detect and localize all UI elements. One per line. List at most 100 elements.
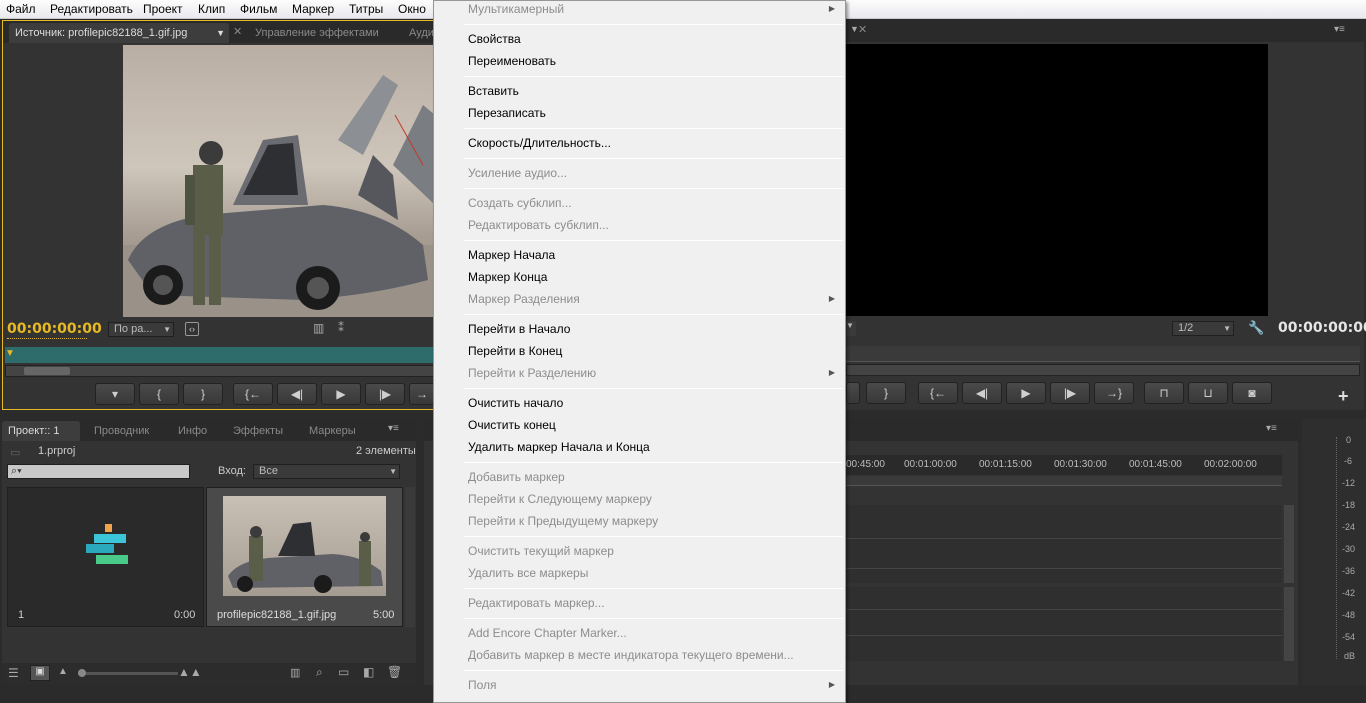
zoom-slider-handle[interactable] [78, 669, 86, 677]
program-scrub-bar[interactable] [846, 346, 1360, 362]
trash-icon[interactable]: 🗑 [387, 665, 402, 679]
add-marker-button[interactable]: ▾ [95, 383, 135, 405]
menu-item-add-marker-at-cti[interactable]: Добавить маркер в месте индикатора текущ… [468, 644, 794, 666]
mark-out-button[interactable]: } [866, 382, 906, 404]
video-track-row[interactable] [844, 511, 1282, 539]
add-button-icon[interactable]: + [1338, 386, 1349, 407]
menu-sequence[interactable]: Фильм [240, 2, 277, 16]
source-zoom-scrollbar[interactable] [5, 365, 435, 377]
step-back-button[interactable]: ◀| [277, 383, 317, 405]
menu-item-mark-split[interactable]: Маркер Разделения [468, 288, 580, 310]
go-to-in-button[interactable]: {← [918, 382, 958, 404]
audio-scrollbar[interactable] [1284, 587, 1294, 661]
wrench-icon[interactable]: 🔧 [1248, 320, 1264, 336]
audio-drag-icon[interactable]: ⁑ [338, 321, 344, 335]
source-scrub-bar[interactable] [5, 347, 435, 363]
menu-item-edit-subclip[interactable]: Редактировать субклип... [468, 214, 609, 236]
tab-project[interactable]: Проект:: 1 [2, 421, 80, 441]
menu-item-properties[interactable]: Свойства [468, 28, 521, 50]
menu-item-clear-in-out[interactable]: Удалить маркер Начала и Конца [468, 436, 650, 458]
new-item-icon[interactable]: ◧ [363, 665, 374, 679]
in-filter-dropdown[interactable]: Все ▼ [253, 464, 400, 479]
video-scrollbar[interactable] [1284, 505, 1294, 583]
work-area-bar[interactable] [844, 476, 1282, 486]
menu-item-clear-in[interactable]: Очистить начало [468, 392, 563, 414]
zoom-handle[interactable] [24, 367, 70, 375]
menu-window[interactable]: Окно [398, 2, 426, 16]
menu-item-audio-gain[interactable]: Усиление аудио... [468, 162, 567, 184]
video-track-row[interactable] [844, 541, 1282, 569]
camera-icon[interactable]: ◙ [1232, 382, 1272, 404]
menu-titles[interactable]: Титры [349, 2, 383, 16]
extract-button[interactable]: ⊔ [1188, 382, 1228, 404]
menu-item-go-to-in[interactable]: Перейти в Начало [468, 318, 570, 340]
menu-item-clear-current-marker[interactable]: Очистить текущий маркер [468, 540, 614, 562]
menu-marker[interactable]: Маркер [292, 2, 334, 16]
project-scrollbar[interactable] [405, 487, 415, 627]
menu-file[interactable]: Файл [6, 2, 36, 16]
source-timecode[interactable]: 00:00:00:00 [7, 321, 102, 337]
menu-item-rename[interactable]: Переименовать [468, 50, 556, 72]
zoom-slider[interactable] [78, 669, 178, 677]
menu-edit[interactable]: Редактировать [50, 2, 133, 16]
tab-effects[interactable]: Эффекты [227, 421, 297, 441]
menu-item-prev-marker[interactable]: Перейти к Предыдущему маркеру [468, 510, 658, 532]
menu-item-add-marker[interactable]: Добавить маркер [468, 466, 565, 488]
list-view-icon[interactable]: ☰ [8, 666, 19, 680]
menu-item-clear-out[interactable]: Очистить конец [468, 414, 556, 436]
play-button[interactable]: ▶ [1006, 382, 1046, 404]
menu-project[interactable]: Проект [143, 2, 183, 16]
tab-media-browser[interactable]: Проводник [88, 421, 168, 441]
time-ruler[interactable]: 00:45:00 00:01:00:00 00:01:15:00 00:01:3… [844, 455, 1282, 475]
menu-item-make-subclip[interactable]: Создать субклип... [468, 192, 572, 214]
step-forward-button[interactable]: |▶ [365, 383, 405, 405]
film-drag-icon[interactable]: ▥ [313, 321, 324, 335]
chevron-down-icon[interactable]: ▼ [216, 23, 225, 43]
tab-source[interactable]: Источник: profilepic82188_1.gif.jpg ▼ [9, 23, 229, 43]
resolution-dropdown[interactable]: 1/2 ▼ [1172, 321, 1234, 336]
menu-item-mark-out[interactable]: Маркер Конца [468, 266, 547, 288]
menu-item-fields[interactable]: Поля [468, 674, 497, 696]
fit-dropdown[interactable]: По ра... ▼ [108, 322, 174, 337]
tab-markers[interactable]: Маркеры [303, 421, 373, 441]
menu-item-insert[interactable]: Вставить [468, 80, 519, 102]
project-item-image[interactable]: profilepic82188_1.gif.jpg 5:00 [206, 487, 403, 627]
step-forward-button[interactable]: |▶ [1050, 382, 1090, 404]
tab-audio[interactable]: Ауди [403, 23, 435, 43]
menu-item-mark-in[interactable]: Маркер Начала [468, 244, 555, 266]
play-button[interactable]: ▶ [321, 383, 361, 405]
menu-item-overwrite[interactable]: Перезаписать [468, 102, 546, 124]
panel-menu-icon[interactable]: ▾≡ [388, 424, 404, 434]
find-icon[interactable]: ⌕ [316, 665, 323, 680]
menu-item-encore-chapter[interactable]: Add Encore Chapter Marker... [468, 622, 627, 644]
panel-menu-icon[interactable]: ▾≡ [1266, 424, 1282, 434]
panel-menu-icon[interactable]: ▾≡ [1334, 25, 1350, 35]
step-back-button[interactable]: ◀| [962, 382, 1002, 404]
menu-item-go-to-split[interactable]: Перейти к Разделению [468, 362, 596, 384]
tab-effect-controls[interactable]: Управление эффектами [249, 23, 379, 43]
automate-icon[interactable]: ▥ [290, 666, 300, 679]
search-input[interactable]: ⌕▾ [7, 464, 190, 479]
program-timecode[interactable]: 00:00:00:00 [1278, 320, 1366, 336]
playhead-icon[interactable]: ▼ [5, 348, 15, 359]
mark-in-button[interactable]: { [139, 383, 179, 405]
zoom-out-icon[interactable]: ▲ [58, 666, 68, 677]
program-zoom-scrollbar[interactable] [846, 364, 1360, 376]
chevron-down-icon[interactable]: ▼ [846, 321, 856, 336]
menu-clip[interactable]: Клип [198, 2, 225, 16]
menu-item-speed-duration[interactable]: Скорость/Длительность... [468, 132, 611, 154]
tab-info[interactable]: Инфо [172, 421, 222, 441]
icon-view-icon[interactable]: ▣ [30, 665, 50, 681]
close-icon[interactable]: ✕ [233, 25, 242, 38]
menu-item-clear-all-markers[interactable]: Удалить все маркеры [468, 562, 588, 584]
mark-out-button[interactable]: } [183, 383, 223, 405]
menu-item-multicam[interactable]: Мультикамерный [468, 0, 564, 20]
zoom-in-icon[interactable]: ▲▲ [178, 665, 202, 679]
go-to-in-button[interactable]: {← [233, 383, 273, 405]
new-bin-icon[interactable]: ▭ [338, 665, 349, 679]
menu-item-next-marker[interactable]: Перейти к Следующему маркеру [468, 488, 652, 510]
mark-in-button[interactable] [846, 382, 860, 404]
settings-icon[interactable]: ‹› [185, 322, 199, 336]
project-item-sequence[interactable]: 1 0:00 [7, 487, 204, 627]
lift-button[interactable]: ⊓ [1144, 382, 1184, 404]
